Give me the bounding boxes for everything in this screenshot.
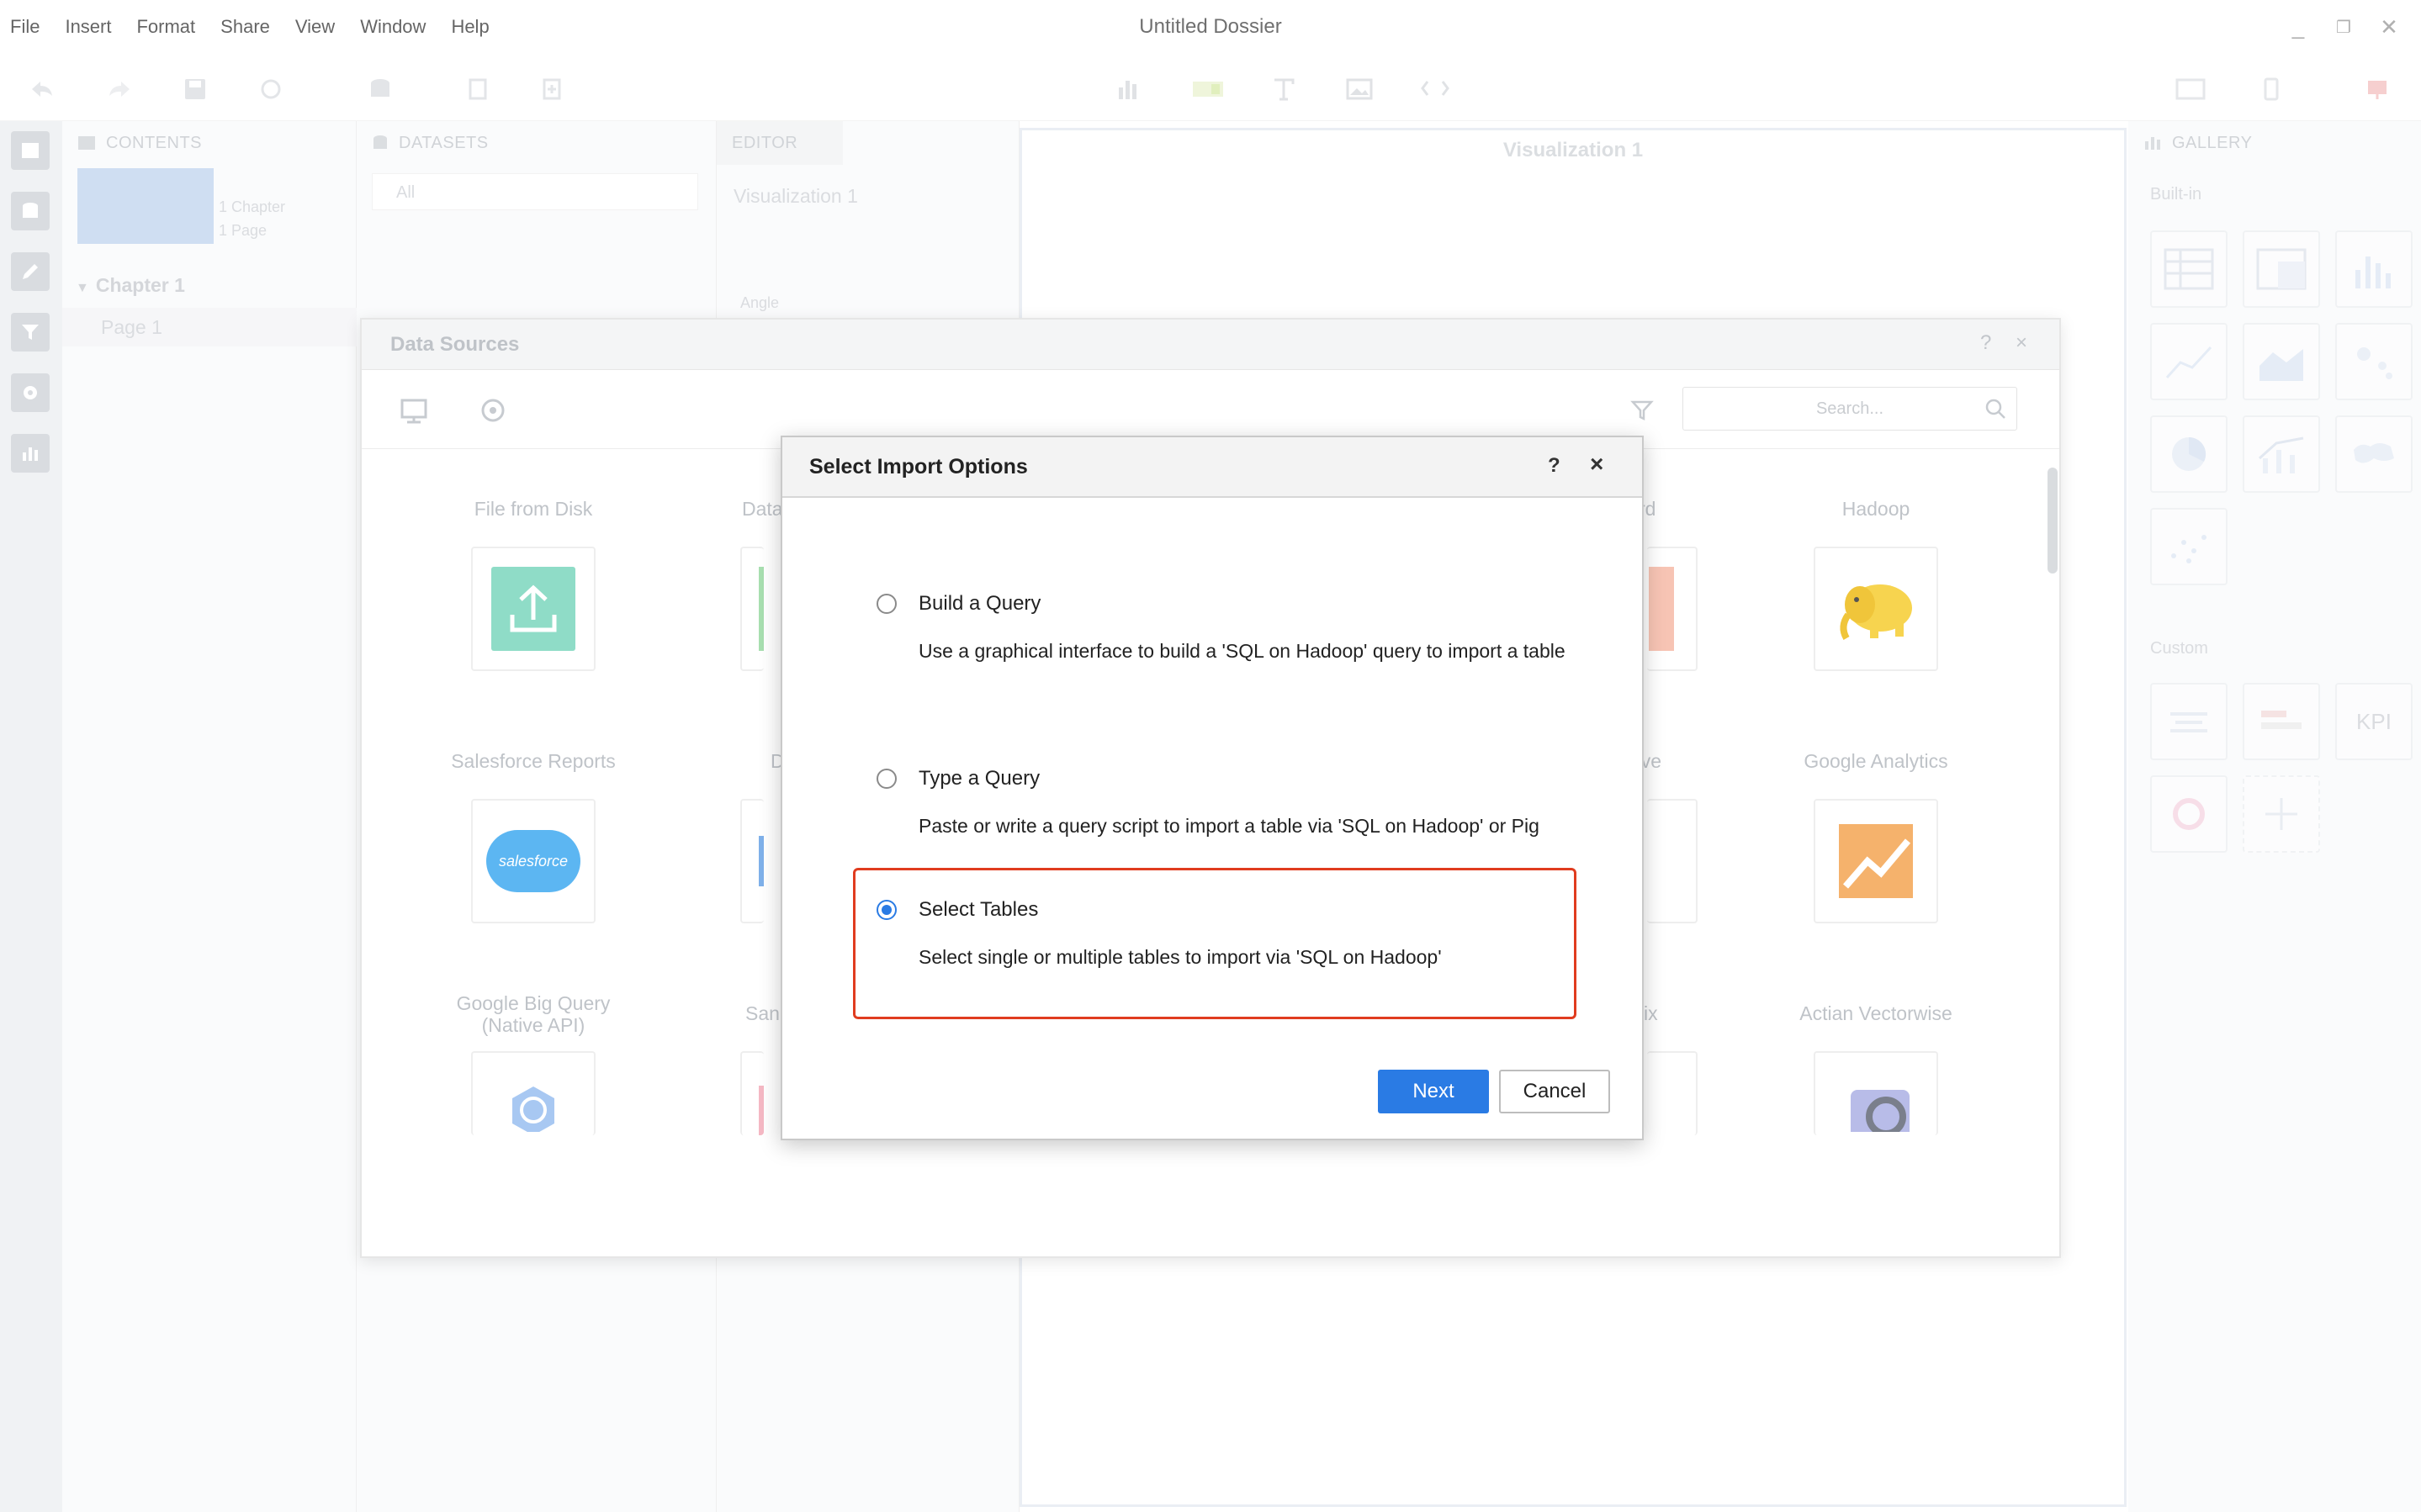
option-select-tables[interactable]: Select Tables xyxy=(877,898,1038,922)
source-trix[interactable] xyxy=(1647,1051,1698,1135)
source-google-big-query[interactable] xyxy=(471,1051,596,1135)
source-label-rd: rd xyxy=(1639,498,1656,520)
google-analytics-icon xyxy=(1839,824,1913,898)
source-file-from-disk[interactable] xyxy=(471,547,596,671)
source-salesforce-reports[interactable]: salesforce xyxy=(471,799,596,923)
data-sources-help-button[interactable]: ? xyxy=(1980,331,1991,355)
option-build-query[interactable]: Build a Query xyxy=(877,592,1041,616)
source-actian-vectorwise[interactable] xyxy=(1814,1051,1938,1135)
option-select-tables-description: Select single or multiple tables to impo… xyxy=(919,946,1442,968)
source-label-salesforce: Salesforce Reports xyxy=(451,750,616,772)
settings-gear-icon[interactable] xyxy=(478,395,508,430)
data-sources-header: Data Sources xyxy=(362,320,2059,370)
actian-icon xyxy=(1851,1090,1910,1132)
radio-select-tables[interactable] xyxy=(877,900,897,920)
source-rive[interactable] xyxy=(1647,799,1698,923)
import-close-button[interactable]: × xyxy=(1590,451,1603,478)
filter-funnel-icon[interactable] xyxy=(1630,399,1654,426)
import-dialog-title: Select Import Options xyxy=(809,454,1028,478)
source-label-file-from-disk: File from Disk xyxy=(474,498,593,520)
data-sources-scrollbar[interactable] xyxy=(2048,468,2058,574)
data-sources-title: Data Sources xyxy=(390,332,520,356)
source-google-analytics[interactable] xyxy=(1814,799,1938,923)
import-help-button[interactable]: ? xyxy=(1548,454,1560,478)
option-type-query-description: Paste or write a query script to import … xyxy=(919,815,1539,837)
salesforce-logo-icon: salesforce xyxy=(486,830,580,892)
source-label-google-analytics: Google Analytics xyxy=(1804,750,1948,772)
source-label-hadoop: Hadoop xyxy=(1841,498,1910,520)
source-label-google-big-query: Google Big Query (Native API) xyxy=(456,992,611,1036)
source-rd[interactable] xyxy=(1647,547,1698,671)
source-d[interactable] xyxy=(740,799,764,923)
source-san[interactable] xyxy=(740,1051,764,1135)
data-sources-close-button[interactable]: × xyxy=(2016,331,2027,355)
search-icon xyxy=(1984,398,2006,425)
source-label-actian-vectorwise: Actian Vectorwise xyxy=(1799,1002,1952,1024)
data-sources-search-input[interactable]: Search... xyxy=(1682,387,2017,431)
option-type-query[interactable]: Type a Query xyxy=(877,767,1040,790)
upload-icon xyxy=(491,567,575,651)
bigquery-icon xyxy=(512,1086,554,1132)
radio-build-query[interactable] xyxy=(877,594,897,614)
source-hadoop[interactable] xyxy=(1814,547,1938,671)
source-data[interactable] xyxy=(740,547,764,671)
connections-icon[interactable] xyxy=(399,395,429,430)
next-button[interactable]: Next xyxy=(1378,1070,1489,1113)
option-build-query-description: Use a graphical interface to build a 'SQ… xyxy=(919,640,1565,662)
hadoop-elephant-icon xyxy=(1840,584,1912,640)
radio-type-query[interactable] xyxy=(877,769,897,789)
cancel-button[interactable]: Cancel xyxy=(1499,1070,1610,1113)
import-dialog-header: Select Import Options ? × xyxy=(782,437,1642,498)
select-import-options-dialog: Select Import Options ? × Build a Query … xyxy=(781,436,1644,1140)
